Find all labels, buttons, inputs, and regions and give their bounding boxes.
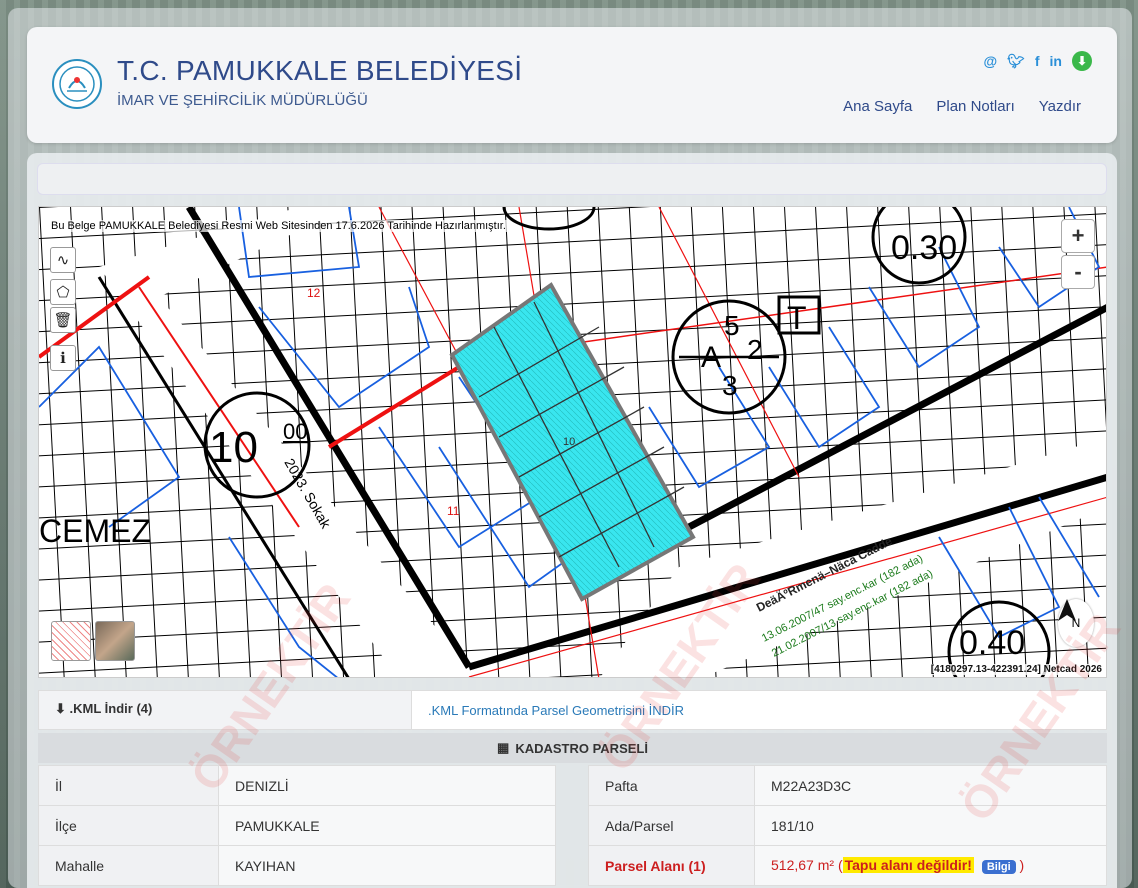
zoom-out-button[interactable]: - [1061,255,1095,289]
facebook-icon[interactable]: f [1035,53,1040,69]
basemap-plan-thumb[interactable] [51,621,91,661]
map-label-sup: 00 [283,419,307,444]
ilce-label: İlçe [38,805,219,846]
il-label: İl [38,765,219,806]
map-label-parcel-10: 10 [563,436,575,448]
mahalle-value: KAYIHAN [218,845,556,886]
parcel-map[interactable]: 10 00 2023. Sokak CEMEZ 12 11 10 A 5 2 3… [38,206,1107,678]
map-prepared-note: Bu Belge PAMUKKALE Belediyesi Resmi Web … [49,220,508,232]
pafta-value: M22A23D3C [754,765,1107,806]
ilce-value: PAMUKKALE [218,805,556,846]
map-label-zone-3: 3 [722,370,738,401]
site-subtitle: İMAR VE ŞEHİRCİLİK MÜDÜRLÜĞÜ [117,92,368,109]
map-label-zone-a: A [701,341,721,374]
kadastro-right-table: Pafta M22A23D3C Ada/Parsel 181/10 Parsel… [588,765,1107,886]
pafta-label: Pafta [588,765,755,806]
zoom-in-button[interactable]: + [1061,219,1095,253]
nav-home[interactable]: Ana Sayfa [843,98,912,115]
linkedin-icon[interactable]: in [1050,53,1062,69]
map-canvas: 10 00 2023. Sokak CEMEZ 12 11 10 A 5 2 3… [39,207,1106,677]
basemap-switcher [51,621,135,661]
delete-tool[interactable]: 🗑︎ [50,307,76,333]
table-row: Mahalle KAYIHAN [38,845,556,886]
social-links: @ 🐦︎ f in ⬇ [983,51,1092,71]
kadastro-left-table: İl DENIZLİ İlçe PAMUKKALE Mahalle KAYIHA… [38,765,556,886]
site-title: T.C. PAMUKKALE BELEDİYESİ [117,55,523,86]
north-arrow[interactable]: N [1058,599,1094,647]
toolbar-strip [37,163,1107,195]
basemap-satellite-thumb[interactable] [95,621,135,661]
table-row: İl DENIZLİ [38,765,556,806]
map-label-t: T [787,300,807,336]
map-label-cemez: CEMEZ [39,513,151,549]
kadastro-heading: ▦ KADASTRO PARSELİ [38,733,1107,763]
parsel-alani-value: 512,67 m² [771,857,835,873]
map-coordinates: [4180297.13-422391.24] Netcad 2026 [928,664,1104,675]
nav-plan-notes[interactable]: Plan Notları [936,98,1014,115]
table-row: Parsel Alanı (1) 512,67 m² (Tapu alanı d… [588,845,1107,886]
kml-download-row: ⬇ .KML İndir (4) .KML Formatında Parsel … [38,690,1107,730]
site-header: T.C. PAMUKKALE BELEDİYESİ İMAR VE ŞEHİRC… [27,27,1117,143]
map-label-zone-2: 2 [747,334,763,365]
draw-polygon-tool[interactable]: ⬠ [50,279,76,305]
ada-parsel-label: Ada/Parsel [588,805,755,846]
email-icon[interactable]: @ [983,53,997,69]
mahalle-label: Mahalle [38,845,219,886]
table-row: Pafta M22A23D3C [588,765,1107,806]
ada-parsel-value: 181/10 [754,805,1107,846]
map-label-zone-5: 5 [724,310,740,341]
main-nav: Ana Sayfa Plan Notları Yazdır [843,98,1081,115]
kml-download-link[interactable]: .KML Formatında Parsel Geometrisini İNDİ… [412,691,700,729]
download-icon: ⬇ [55,701,70,716]
map-label-big: 10 [209,423,258,472]
map-label-parcel-12: 12 [307,286,321,300]
parsel-alani-label: Parsel Alanı (1) [588,845,755,886]
table-row: İlçe PAMUKKALE [38,805,556,846]
bilgi-button[interactable]: Bilgi [981,860,1016,874]
map-label-ratio-bottom: 0.40 [959,624,1025,662]
il-value: DENIZLİ [218,765,556,806]
draw-line-tool[interactable]: ∿ [50,247,76,273]
info-tool[interactable]: ℹ [50,345,76,371]
parsel-alani-cell: 512,67 m² (Tapu alanı değildir! Bilgi ) [754,845,1107,886]
north-arrow-icon [1058,599,1076,621]
municipality-logo[interactable] [52,59,102,109]
map-label-ratio-top: 0.30 [891,229,957,267]
nav-print[interactable]: Yazdır [1039,98,1081,115]
kml-download-label[interactable]: ⬇ .KML İndir (4) [39,691,412,729]
table-row: Ada/Parsel 181/10 [588,805,1107,846]
twitter-icon[interactable]: 🐦︎ [1007,53,1025,70]
tapu-warning: Tapu alanı değildir! [842,857,974,873]
map-label-parcel-11: 11 [447,504,460,518]
download-icon[interactable]: ⬇ [1072,51,1092,71]
grid-icon: ▦ [497,740,510,755]
